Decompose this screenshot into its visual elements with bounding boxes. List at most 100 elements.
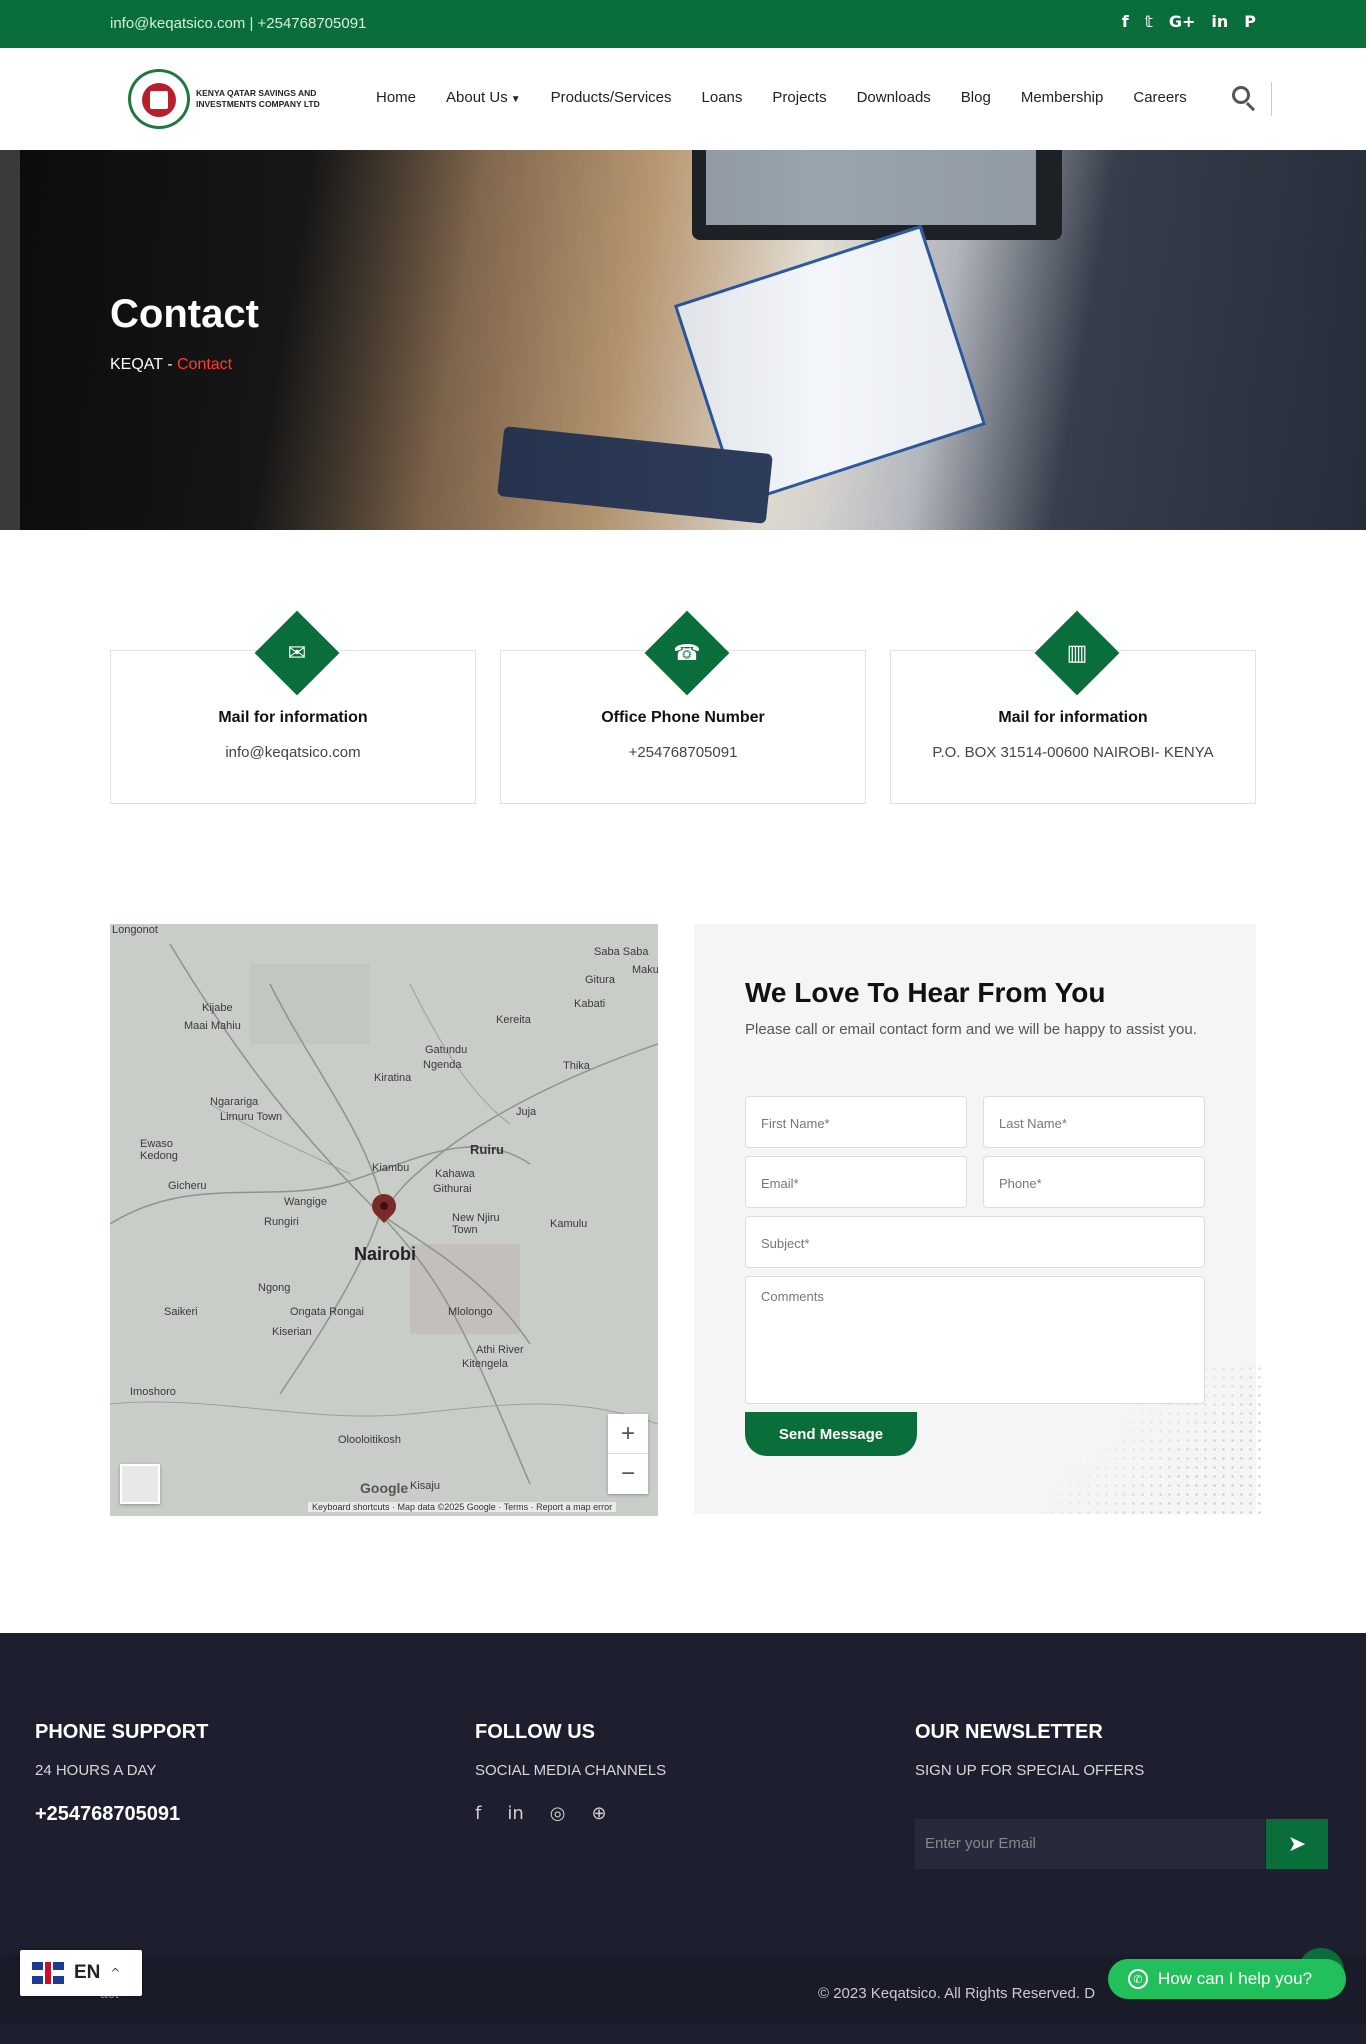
linkedin-icon[interactable]: in [507, 1803, 523, 1824]
top-bar: info@keqatsico.com | +254768705091 f 𝕥 G… [0, 0, 1366, 48]
search-icon[interactable] [1230, 84, 1260, 114]
breadcrumb-home[interactable]: KEQAT [110, 356, 163, 373]
footer-follow-us: FOLLOW US SOCIAL MEDIA CHANNELS f in ◎ ⊕ [475, 1721, 666, 1824]
nav-loans[interactable]: Loans [702, 89, 743, 106]
map-place: Gatundu [425, 1044, 468, 1056]
info-card-email: ✉ Mail for information info@keqatsico.co… [110, 610, 476, 804]
whatsapp-label: How can I help you? [1158, 1969, 1313, 1988]
map-place: Kijabe [202, 1002, 233, 1014]
twitter-icon[interactable]: 𝕥 [1145, 12, 1153, 31]
map-city-label: Nairobi [354, 1244, 417, 1264]
instagram-icon[interactable]: ◎ [550, 1803, 566, 1824]
facebook-icon[interactable]: f [1122, 12, 1129, 31]
zoom-in-button[interactable]: + [608, 1414, 648, 1454]
map-place: Gitura [585, 974, 615, 986]
logo[interactable]: KENYA QATAR SAVINGS AND INVESTMENTS COMP… [128, 69, 332, 129]
chevron-up-icon: ^ [110, 1966, 121, 1980]
linkedin-icon[interactable]: in [1211, 12, 1228, 31]
nav-downloads[interactable]: Downloads [857, 89, 931, 106]
map-place: Saikeri [164, 1306, 198, 1318]
map-place: Olooloitikosh [338, 1434, 401, 1446]
newsletter-email-input[interactable]: Enter your Email [915, 1819, 1265, 1869]
whatsapp-chat-button[interactable]: ✆ How can I help you? [1108, 1959, 1346, 1999]
info-card-address: ▥ Mail for information P.O. BOX 31514-00… [890, 610, 1256, 804]
map-place: Kisaju [410, 1480, 440, 1492]
card-value[interactable]: +254768705091 [501, 744, 865, 761]
uk-flag-icon [32, 1962, 64, 1984]
facebook-icon[interactable]: f [475, 1803, 481, 1824]
map-place: Kiserian [272, 1326, 312, 1338]
footer-newsletter: OUR NEWSLETTER SIGN UP FOR SPECIAL OFFER… [915, 1721, 1144, 1779]
map-place: New Njiru Town [452, 1212, 500, 1236]
card-title: Office Phone Number [601, 709, 765, 726]
breadcrumb-current: Contact [176, 356, 233, 373]
pinterest-icon[interactable]: P [1244, 12, 1256, 31]
map-place: Kahawa [435, 1168, 475, 1180]
zoom-out-button[interactable]: − [608, 1454, 648, 1494]
site-header: KENYA QATAR SAVINGS AND INVESTMENTS COMP… [0, 48, 1366, 150]
subject-field[interactable]: Subject* [745, 1216, 1205, 1268]
nav-blog[interactable]: Blog [961, 89, 991, 106]
location-map[interactable]: Longonot Saba Saba Maku Gitura Kabati Ki… [110, 924, 658, 1516]
paper-plane-icon[interactable]: ➤ [1266, 1819, 1328, 1869]
last-name-field[interactable]: Last Name* [983, 1096, 1205, 1148]
map-place: Limuru Town [220, 1111, 283, 1123]
footer-subheading: SIGN UP FOR SPECIAL OFFERS [915, 1762, 1145, 1779]
map-place: Ngong [258, 1282, 291, 1294]
nav-home[interactable]: Home [376, 89, 416, 106]
logo-text: KENYA QATAR SAVINGS AND INVESTMENTS COMP… [196, 88, 320, 109]
phone-icon: ☎ [673, 640, 701, 666]
footer-heading: PHONE SUPPORT [35, 1721, 209, 1743]
phone-field[interactable]: Phone* [983, 1156, 1205, 1208]
google-plus-icon[interactable]: G+ [1169, 12, 1196, 31]
info-card-phone: ☎ Office Phone Number +254768705091 [500, 610, 866, 804]
nav-about-us[interactable]: About Us ▼ [446, 89, 521, 106]
nav-membership[interactable]: Membership [1021, 89, 1104, 106]
card-title: Mail for information [218, 709, 368, 726]
nav-products-services[interactable]: Products/Services [551, 89, 672, 106]
send-message-button[interactable]: Send Message [745, 1412, 917, 1456]
card-title: Mail for information [998, 709, 1148, 726]
nav-projects[interactable]: Projects [772, 89, 826, 106]
topbar-contact: info@keqatsico.com | +254768705091 [110, 15, 367, 32]
map-place: Gicheru [168, 1180, 207, 1192]
hero-left-strip [0, 150, 20, 530]
map-place: Longonot [112, 924, 158, 936]
card-value[interactable]: info@keqatsico.com [111, 744, 475, 761]
map-place: Rungiri [264, 1216, 299, 1228]
map-place: Kitengela [462, 1358, 508, 1370]
contact-form-panel: We Love To Hear From You Please call or … [694, 924, 1264, 1514]
form-title: We Love To Hear From You [745, 977, 1106, 1008]
language-code: EN [74, 1962, 101, 1983]
map-place: Athi River [476, 1344, 524, 1356]
map-attribution[interactable]: Keyboard shortcuts · Map data ©2025 Goog… [308, 1502, 617, 1512]
map-place: Ongata Rongai [290, 1306, 364, 1318]
map-place: Githurai [433, 1183, 472, 1195]
main-nav: Home About Us ▼ Products/Services Loans P… [376, 89, 1187, 106]
logo-emblem [128, 69, 190, 129]
footer-phone[interactable]: +254768705091 [35, 1803, 208, 1826]
email-field[interactable]: Email* [745, 1156, 967, 1208]
map-icon: ▥ [1066, 640, 1088, 666]
nav-careers[interactable]: Careers [1133, 89, 1186, 106]
map-place: Kereita [496, 1014, 531, 1026]
map-town: Ruiru [470, 1142, 504, 1157]
comments-field[interactable]: Comments [745, 1276, 1205, 1404]
map-place: Maai Mahiu [184, 1020, 241, 1032]
map-place: Kiratina [374, 1072, 412, 1084]
dribbble-icon[interactable]: ⊕ [591, 1803, 606, 1824]
map-place: Thika [563, 1060, 590, 1072]
nav-about-us-label: About Us [446, 89, 508, 106]
form-intro: Please call or email contact form and we… [745, 1021, 1197, 1038]
footer-subheading: 24 HOURS A DAY [35, 1762, 157, 1779]
language-switcher[interactable]: EN ^ [20, 1950, 142, 1996]
map-place: Wangige [284, 1196, 328, 1208]
first-name-field[interactable]: First Name* [745, 1096, 967, 1148]
header-divider [1271, 82, 1272, 116]
map-layer-toggle[interactable] [120, 1464, 160, 1504]
card-value: P.O. BOX 31514-00600 NAIROBI- KENYA [932, 744, 1214, 761]
map-place: Ngenda [423, 1059, 462, 1071]
map-place: Maku [632, 964, 658, 976]
map-place: Juja [516, 1106, 537, 1118]
page-title: Contact [110, 292, 259, 336]
